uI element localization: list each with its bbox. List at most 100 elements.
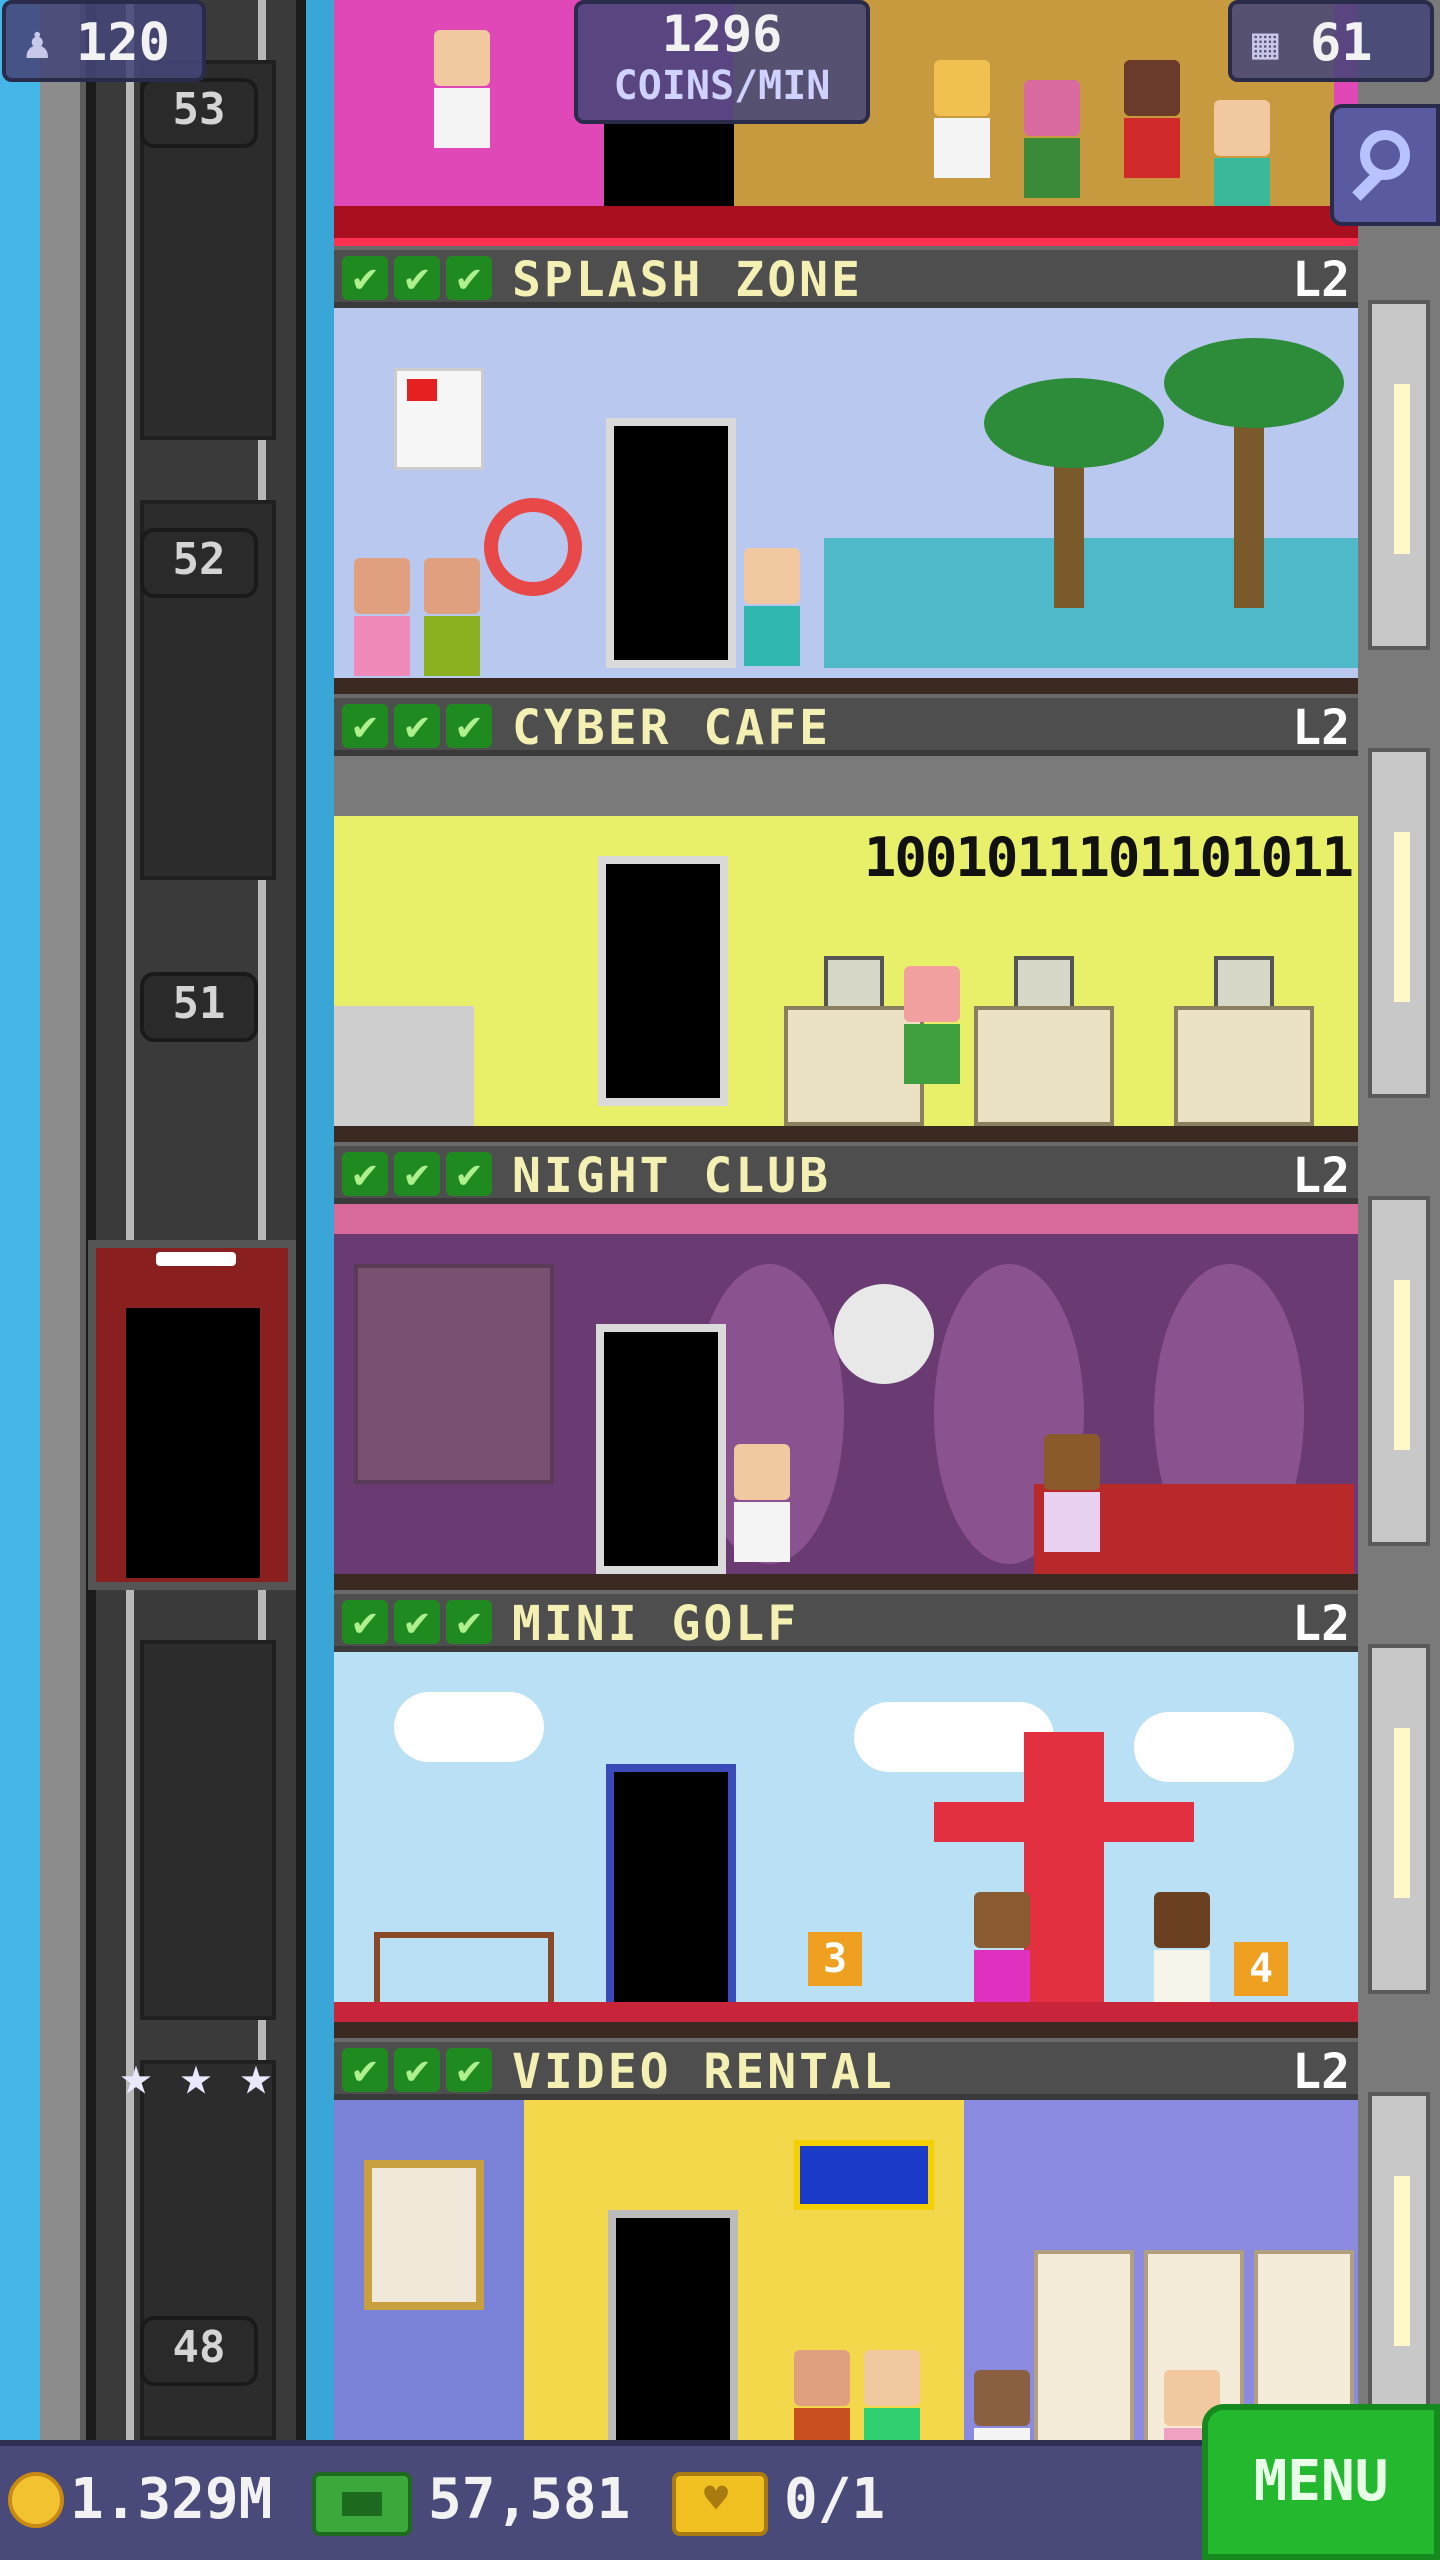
bitizen[interactable] <box>1154 1892 1210 2010</box>
magnifier-icon <box>1360 130 1410 180</box>
population-value: 120 <box>76 13 170 73</box>
bitizen[interactable] <box>1214 100 1270 218</box>
bar-shelf <box>354 1264 554 1484</box>
floor-header: ✔ ✔ ✔ SPLASH ZONE L2 <box>334 246 1358 308</box>
magnifier-handle <box>1352 171 1382 201</box>
window-pillar <box>1368 1644 1430 1994</box>
room-interior[interactable]: 1001011101101011 <box>334 756 1358 1142</box>
floor-splash-zone[interactable]: ✔ ✔ ✔ SPLASH ZONE L2 <box>334 246 1358 694</box>
check-icon: ✔ <box>446 1152 492 1196</box>
floor-name: CYBER CAFE <box>512 700 831 756</box>
check-icon: ✔ <box>446 2048 492 2092</box>
room-interior[interactable]: 3 4 <box>334 1652 1358 2038</box>
building-icon: ▦ <box>1252 18 1279 69</box>
floor-frame <box>334 238 1358 246</box>
check-icon: ✔ <box>394 1152 440 1196</box>
floor-door <box>606 418 736 668</box>
floor-name: MINI GOLF <box>512 1596 800 1652</box>
bitizen[interactable] <box>1044 1434 1100 1552</box>
bitizen[interactable] <box>1124 60 1180 178</box>
pillar-light <box>1394 832 1410 1002</box>
check-icon: ✔ <box>446 1600 492 1644</box>
coins-per-min-label: COINS/MIN <box>613 63 831 109</box>
bitizen[interactable] <box>904 966 960 1084</box>
elevator-floor-number: 48 <box>140 2316 258 2386</box>
elevator-light <box>156 1252 236 1266</box>
floor-name: VIDEO RENTAL <box>512 2044 895 2100</box>
pillar-light <box>1394 1728 1410 1898</box>
tickets-value: 0/1 <box>784 2467 886 2532</box>
bitizen[interactable] <box>744 548 800 666</box>
counter <box>334 1006 474 1126</box>
binary-wall-text: 1001011101101011 <box>863 826 1354 889</box>
computer-desk <box>974 1006 1114 1126</box>
floor-door <box>606 1764 736 2014</box>
bitizen[interactable] <box>434 30 490 148</box>
ticket-icon <box>672 2472 768 2536</box>
wall-portrait <box>364 2160 484 2310</box>
coins-per-min-value: 1296 <box>661 5 783 63</box>
cloud <box>1134 1712 1294 1782</box>
check-icon: ✔ <box>342 1152 388 1196</box>
bitizen[interactable] <box>934 60 990 178</box>
star-icon: ★ <box>119 2044 153 2107</box>
pillar-light <box>1394 384 1410 554</box>
check-icon: ✔ <box>342 256 388 300</box>
floor-level: L2 <box>1292 700 1350 756</box>
floor-level: L2 <box>1292 2044 1350 2100</box>
floor-line <box>334 1126 1358 1142</box>
ceiling <box>334 756 1358 816</box>
bitizen[interactable] <box>734 1444 790 1562</box>
check-icon: ✔ <box>342 704 388 748</box>
check-icon: ✔ <box>446 256 492 300</box>
bitizen[interactable] <box>424 558 480 676</box>
life-ring <box>484 498 582 596</box>
floor-level: L2 <box>1292 1596 1350 1652</box>
elevator-floor-number: 52 <box>140 528 258 598</box>
window-pillar <box>1368 300 1430 650</box>
floor-counter[interactable]: ▦ 61 <box>1228 0 1434 82</box>
floor-name: NIGHT CLUB <box>512 1148 831 1204</box>
floor-mini-golf[interactable]: ✔ ✔ ✔ MINI GOLF L2 3 4 <box>334 1590 1358 2038</box>
floor-line <box>334 678 1358 694</box>
star-icon: ★ <box>179 2044 213 2107</box>
floor-line <box>334 2022 1358 2038</box>
check-icon: ✔ <box>342 1600 388 1644</box>
bitizen[interactable] <box>974 1892 1030 2010</box>
cloud <box>394 1692 544 1762</box>
sky-background <box>0 0 40 2440</box>
floor-checks: ✔ ✔ ✔ <box>342 1152 498 1200</box>
search-button[interactable] <box>1330 104 1440 226</box>
floor-count-value: 61 <box>1310 13 1373 73</box>
room-interior[interactable] <box>334 1204 1358 1590</box>
disco-ball <box>834 1284 934 1384</box>
check-icon: ✔ <box>342 2048 388 2092</box>
population-counter[interactable]: ♟ 120 <box>2 0 206 82</box>
check-icon: ✔ <box>394 704 440 748</box>
ticket-sign <box>794 2140 934 2210</box>
floor-night-club[interactable]: ✔ ✔ ✔ NIGHT CLUB L2 <box>334 1142 1358 1590</box>
floor-header: ✔ ✔ ✔ VIDEO RENTAL L2 <box>334 2038 1358 2100</box>
elevator-car[interactable] <box>88 1240 296 1590</box>
bitizen[interactable] <box>354 558 410 676</box>
room-interior[interactable] <box>334 308 1358 694</box>
pillar-light <box>1394 1280 1410 1450</box>
pool <box>824 538 1358 668</box>
check-icon: ✔ <box>394 256 440 300</box>
windmill <box>1024 1732 1104 2032</box>
floor-header: ✔ ✔ ✔ CYBER CAFE L2 <box>334 694 1358 756</box>
bitizen[interactable] <box>1024 80 1080 198</box>
club-rack <box>374 1932 554 2012</box>
window-pillar <box>1368 748 1430 1098</box>
floor-cyber-cafe[interactable]: ✔ ✔ ✔ CYBER CAFE L2 1001011101101011 <box>334 694 1358 1142</box>
floor-level: L2 <box>1292 1148 1350 1204</box>
floor-checks: ✔ ✔ ✔ <box>342 256 498 304</box>
check-icon: ✔ <box>394 2048 440 2092</box>
floor-name: SPLASH ZONE <box>512 252 863 308</box>
floor-door <box>596 1324 726 1574</box>
palm-leaves <box>984 378 1164 468</box>
elevator-floor-number: 51 <box>140 972 258 1042</box>
menu-button[interactable]: MENU <box>1202 2404 1440 2560</box>
shaft-panel <box>140 1640 276 2020</box>
elevator-floor-number: 53 <box>140 78 258 148</box>
